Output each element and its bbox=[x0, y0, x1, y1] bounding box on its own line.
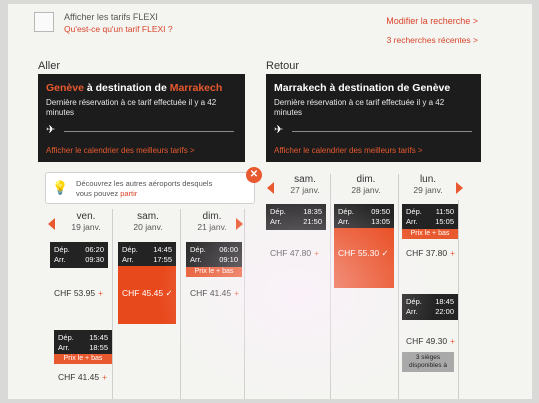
divider bbox=[458, 200, 459, 399]
inbound-route-panel: Marrakech à destination de Genève Derniè… bbox=[266, 74, 481, 162]
fare-option[interactable]: CHF 53.95 + bbox=[54, 288, 103, 298]
flexi-info-link[interactable]: Qu'est-ce qu'un tarif FLEXI ? bbox=[64, 24, 173, 34]
inbound-day-2[interactable]: dim. 28 janv. bbox=[340, 174, 392, 195]
fare-price: CHF 55.30 ✓ bbox=[338, 248, 389, 258]
flexi-label: Afficher les tarifs FLEXI bbox=[64, 12, 158, 22]
divider bbox=[398, 174, 399, 399]
outbound-last-booking: Dernière réservation à ce tarif effectué… bbox=[46, 98, 217, 117]
lowest-price-badge: Prix le + bas bbox=[402, 229, 458, 239]
inbound-prev-arrow-icon[interactable] bbox=[267, 182, 274, 194]
fare-option[interactable]: CHF 37.80 + bbox=[406, 248, 455, 258]
fare-option[interactable]: CHF 41.45 + bbox=[58, 372, 107, 382]
close-icon[interactable]: ✕ bbox=[246, 167, 262, 183]
outbound-day-1[interactable]: ven. 19 janv. bbox=[62, 211, 110, 232]
outbound-route: Genève à destination de Marrakech bbox=[46, 82, 223, 94]
inbound-last-booking: Dernière réservation à ce tarif effectué… bbox=[274, 98, 445, 117]
recent-searches-link[interactable]: 3 recherches récentes > bbox=[387, 35, 478, 45]
flight-card[interactable]: Dép. 18:45 Arr. 22:00 bbox=[402, 294, 458, 320]
tip-text: Découvrez les autres aéroports desquels … bbox=[76, 179, 213, 198]
inbound-title: Retour bbox=[266, 60, 300, 72]
lowest-price-badge: Prix le + bas bbox=[186, 267, 242, 277]
route-line bbox=[292, 131, 472, 132]
plane-icon: ✈ bbox=[274, 124, 284, 136]
route-line bbox=[64, 131, 234, 132]
outbound-prev-arrow-icon[interactable] bbox=[48, 218, 55, 230]
flight-card[interactable]: Dép. 18:35 Arr. 21:50 bbox=[266, 204, 326, 230]
fare-price: CHF 45.45 ✓ bbox=[122, 288, 173, 298]
flexi-checkbox[interactable] bbox=[34, 12, 54, 32]
screen: Afficher les tarifs FLEXI Qu'est-ce qu'u… bbox=[8, 4, 532, 399]
outbound-calendar-link[interactable]: Afficher le calendrier des meilleurs tar… bbox=[46, 146, 195, 155]
flight-card[interactable]: Dép. 14:45 Arr. 17:55 bbox=[118, 242, 176, 268]
flight-card[interactable]: Dép. 15:45 Arr. 18:55 bbox=[54, 330, 112, 356]
outbound-route-panel: Genève à destination de Marrakech Derniè… bbox=[38, 74, 245, 162]
outbound-day-3[interactable]: dim. 21 janv. bbox=[186, 211, 238, 232]
tip-link[interactable]: partir bbox=[120, 189, 137, 198]
inbound-day-1[interactable]: sam. 27 janv. bbox=[280, 174, 330, 195]
seats-left-badge: 3 sièges disponibles à bbox=[402, 352, 454, 372]
flight-card[interactable]: Dép. 09:50 Arr. 13:05 bbox=[334, 204, 394, 230]
inbound-calendar-link[interactable]: Afficher le calendrier des meilleurs tar… bbox=[274, 146, 423, 155]
lightbulb-icon: 💡 bbox=[52, 180, 69, 195]
lowest-price-badge: Prix le + bas bbox=[54, 354, 112, 364]
divider bbox=[330, 174, 331, 399]
divider bbox=[244, 209, 245, 399]
fare-option[interactable]: CHF 49.30 + bbox=[406, 336, 455, 346]
fare-option[interactable]: CHF 47.80 + bbox=[270, 248, 319, 258]
outbound-day-2[interactable]: sam. 20 janv. bbox=[122, 211, 174, 232]
selected-fare[interactable]: CHF 55.30 ✓ bbox=[334, 228, 394, 288]
fare-option[interactable]: CHF 41.45 + bbox=[190, 288, 239, 298]
plane-icon: ✈ bbox=[46, 124, 56, 136]
outbound-title: Aller bbox=[38, 60, 61, 72]
flight-card[interactable]: Dép. 11:50 Arr. 15:05 bbox=[402, 204, 458, 230]
inbound-day-3[interactable]: lun. 29 janv. bbox=[402, 174, 454, 195]
modify-search-link[interactable]: Modifier la recherche > bbox=[386, 16, 478, 26]
inbound-next-arrow-icon[interactable] bbox=[456, 182, 463, 194]
flight-card[interactable]: Dép. 06:00 Arr. 09:10 bbox=[186, 242, 242, 268]
inbound-route: Marrakech à destination de Genève bbox=[274, 82, 451, 94]
airport-tip: 💡 Découvrez les autres aéroports desquel… bbox=[45, 167, 262, 204]
flight-card[interactable]: Dép. 06:20 Arr. 09:30 bbox=[50, 242, 108, 268]
divider bbox=[112, 209, 113, 399]
divider bbox=[180, 209, 181, 399]
selected-fare[interactable]: CHF 45.45 ✓ bbox=[118, 266, 176, 324]
